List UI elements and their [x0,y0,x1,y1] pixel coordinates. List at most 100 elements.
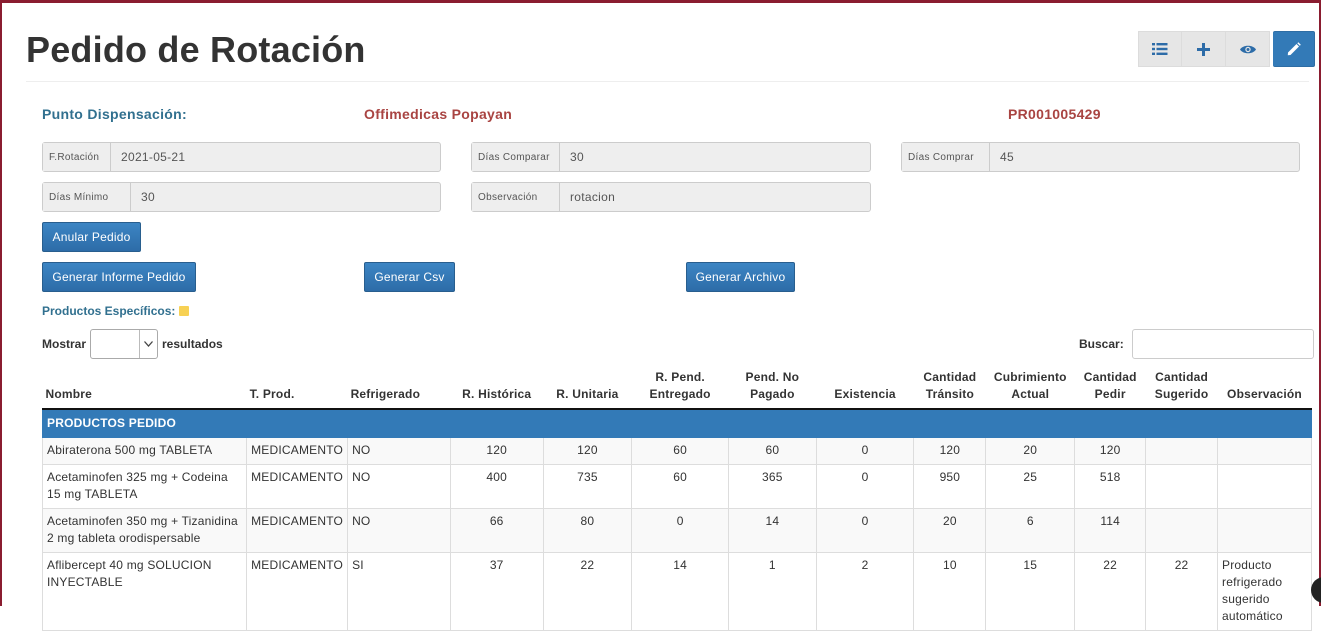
col-cantidad-sugerido[interactable]: Cantidad Sugerido [1145,367,1218,410]
cell-sugerido [1145,437,1219,465]
cell-sugerido: 22 [1145,552,1219,631]
group-label: PRODUCTOS PEDIDO [42,408,1312,438]
f-rotacion-value[interactable]: 2021-05-21 [111,143,440,171]
cell-transito: 120 [913,437,987,465]
chevron-down-icon [139,330,157,358]
cell-transito: 10 [913,552,987,631]
cell-rpend: 60 [631,464,729,509]
cell-tprod: MEDICAMENTO [246,464,349,509]
col-rhistorica[interactable]: R. Histórica [450,367,544,410]
table-header-row: Nombre T. Prod. Refrigerado R. Histórica… [42,367,1312,410]
observacion-value[interactable]: rotacion [560,183,870,211]
col-pend-no-pagado[interactable]: Pend. No Pagado [728,367,817,410]
punto-dispensacion-label: Punto Dispensación: [42,106,187,122]
f-rotacion-label: F.Rotación [43,143,111,171]
table-row[interactable]: Abiraterona 500 mg TABLETA MEDICAMENTO N… [41,437,1312,465]
cell-existencia: 0 [815,508,915,553]
col-observacion[interactable]: Observación [1217,367,1312,410]
observacion-label: Observación [472,183,560,211]
generar-informe-button[interactable]: Generar Informe Pedido [42,262,196,292]
productos-especificos-swatch [179,306,190,316]
cell-refrigerado: SI [347,552,451,631]
productos-especificos: Productos Específicos: [42,304,190,318]
punto-dispensacion-value: Offimedicas Popayan [364,106,513,122]
cell-observacion [1217,508,1312,553]
cell-sugerido [1145,464,1219,509]
view-button[interactable] [1226,31,1270,67]
cell-transito: 20 [913,508,987,553]
list-button[interactable] [1138,31,1182,67]
col-tprod[interactable]: T. Prod. [246,367,348,410]
cell-tprod: MEDICAMENTO [246,552,349,631]
table-row[interactable]: Acetaminofen 325 mg + Codeina 15 mg TABL… [41,464,1312,509]
eye-icon [1239,45,1256,53]
cell-tprod: MEDICAMENTO [246,508,349,553]
cell-rpend: 14 [631,552,729,631]
search-input[interactable] [1131,329,1314,359]
list-icon [1152,43,1168,55]
pencil-icon [1287,42,1301,56]
dias-comprar-label: Días Comprar [902,143,990,171]
col-runitaria[interactable]: R. Unitaria [543,367,632,410]
pedido-code: PR001005429 [1008,106,1101,122]
table-row[interactable]: Aflibercept 40 mg SOLUCION INYECTABLE ME… [41,552,1312,631]
cell-rhistorica: 37 [449,552,544,631]
dias-minimo-value[interactable]: 30 [131,183,440,211]
cell-runitaria: 80 [542,508,633,553]
cell-refrigerado: NO [347,508,451,553]
page-length-select[interactable] [90,329,159,359]
cell-observacion [1217,437,1312,465]
dias-minimo-label: Días Mínimo [43,183,131,211]
cell-existencia: 2 [815,552,915,631]
cell-nombre: Aflibercept 40 mg SOLUCION INYECTABLE [41,552,248,631]
cell-rhistorica: 120 [449,437,544,465]
dias-comprar-field[interactable]: Días Comprar 45 [901,142,1300,172]
dias-comparar-value[interactable]: 30 [560,143,870,171]
edit-button[interactable] [1273,31,1315,67]
f-rotacion-field[interactable]: F.Rotación 2021-05-21 [42,142,441,172]
group-row-productos-pedido: PRODUCTOS PEDIDO [42,408,1312,438]
cell-observacion: Producto refrigerado sugerido automático [1217,552,1312,631]
dias-comparar-field[interactable]: Días Comparar 30 [471,142,871,172]
cell-pedir: 114 [1074,508,1147,553]
view-toolbar [1138,31,1315,67]
products-table: Nombre T. Prod. Refrigerado R. Histórica… [41,367,1312,631]
cell-cubrimiento: 15 [985,552,1076,631]
cell-existencia: 0 [815,437,915,465]
col-refrigerado[interactable]: Refrigerado [347,367,451,410]
col-cubrimiento-actual[interactable]: Cubrimiento Actual [985,367,1075,410]
generar-archivo-button[interactable]: Generar Archivo [686,262,795,292]
cell-nombre: Acetaminofen 350 mg + Tizanidina 2 mg ta… [41,508,248,553]
floating-widget-icon[interactable] [1311,577,1321,603]
cell-cubrimiento: 20 [985,437,1076,465]
observacion-field[interactable]: Observación rotacion [471,182,871,212]
cell-nombre: Abiraterona 500 mg TABLETA [41,437,248,465]
cell-pedir: 518 [1074,464,1147,509]
page-length-control: Mostrar resultados [42,329,223,359]
cell-cubrimiento: 25 [985,464,1076,509]
col-cantidad-pedir[interactable]: Cantidad Pedir [1074,367,1146,410]
dias-comprar-value[interactable]: 45 [990,143,1299,171]
anular-pedido-button[interactable]: Anular Pedido [42,222,141,252]
col-rpend-entregado[interactable]: R. Pend. Entregado [631,367,729,410]
col-cantidad-transito[interactable]: Cantidad Tránsito [913,367,986,410]
table-row[interactable]: Acetaminofen 350 mg + Tizanidina 2 mg ta… [41,508,1312,553]
add-button[interactable] [1182,31,1226,67]
cell-pendno: 1 [728,552,817,631]
cell-sugerido [1145,508,1219,553]
cell-transito: 950 [913,464,987,509]
cell-pendno: 14 [728,508,817,553]
cell-cubrimiento: 6 [985,508,1076,553]
col-nombre[interactable]: Nombre [42,367,247,410]
mostrar-label: Mostrar [42,337,87,351]
col-existencia[interactable]: Existencia [816,367,914,410]
buscar-label: Buscar: [1079,337,1124,351]
cell-pedir: 22 [1074,552,1147,631]
cell-rpend: 0 [631,508,729,553]
cell-rhistorica: 66 [449,508,544,553]
cell-observacion [1217,464,1312,509]
generar-csv-button[interactable]: Generar Csv [364,262,455,292]
cell-pedir: 120 [1074,437,1147,465]
dias-minimo-field[interactable]: Días Mínimo 30 [42,182,441,212]
page-title: Pedido de Rotación [26,29,366,70]
